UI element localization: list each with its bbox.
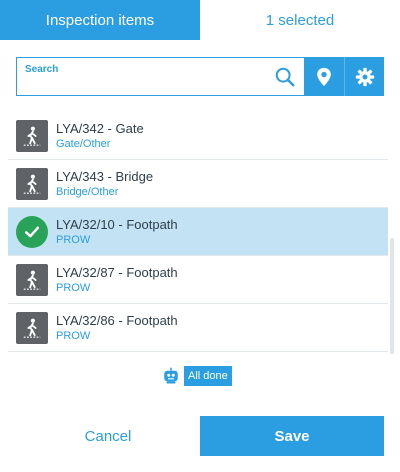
item-title: LYA/342 - Gate [56, 120, 144, 136]
search-row: Search [16, 57, 384, 96]
search-input[interactable] [25, 76, 275, 94]
pedestrian-icon [16, 311, 48, 344]
item-subtitle: Bridge/Other [56, 185, 119, 198]
pedestrian-icon [16, 167, 48, 200]
done-indicator: All done [162, 366, 232, 386]
item-title: LYA/343 - Bridge [56, 168, 154, 184]
search-icon[interactable] [274, 66, 296, 88]
location-pin-icon [317, 67, 331, 86]
item-title: LYA/32/10 - Footpath [56, 216, 178, 232]
tab-selected[interactable]: 1 selected [200, 0, 400, 40]
tab-bar: Inspection items 1 selected [0, 0, 400, 40]
location-button[interactable] [304, 57, 344, 96]
tab-inspection-items[interactable]: Inspection items [0, 0, 200, 40]
list-item[interactable]: LYA/343 - Bridge Bridge/Other [8, 160, 388, 208]
robot-icon [164, 367, 178, 384]
item-title: LYA/32/87 - Footpath [56, 264, 178, 280]
gear-icon [355, 67, 374, 86]
list-item[interactable]: LYA/32/86 - Footpath PROW [8, 304, 388, 352]
list-item[interactable]: LYA/342 - Gate Gate/Other [8, 112, 388, 160]
search-label: Search [25, 64, 59, 75]
list-item[interactable]: LYA/32/87 - Footpath PROW [8, 256, 388, 304]
pedestrian-icon [16, 119, 48, 152]
checkmark-icon [16, 215, 48, 248]
item-title: LYA/32/86 - Footpath [56, 312, 178, 328]
search-field[interactable]: Search [16, 57, 304, 96]
cancel-button[interactable]: Cancel [16, 416, 200, 456]
item-subtitle: PROW [56, 329, 91, 342]
settings-button[interactable] [344, 57, 384, 96]
item-subtitle: PROW [56, 233, 91, 246]
item-subtitle: Gate/Other [56, 137, 111, 150]
inspection-list: LYA/342 - Gate Gate/Other LYA/343 - Brid… [8, 112, 388, 352]
all-done-badge: All done [184, 366, 232, 386]
list-item-selected[interactable]: LYA/32/10 - Footpath PROW [8, 208, 388, 256]
save-button[interactable]: Save [200, 416, 384, 456]
item-subtitle: PROW [56, 281, 91, 294]
scrollbar[interactable] [390, 238, 394, 354]
pedestrian-icon [16, 263, 48, 296]
